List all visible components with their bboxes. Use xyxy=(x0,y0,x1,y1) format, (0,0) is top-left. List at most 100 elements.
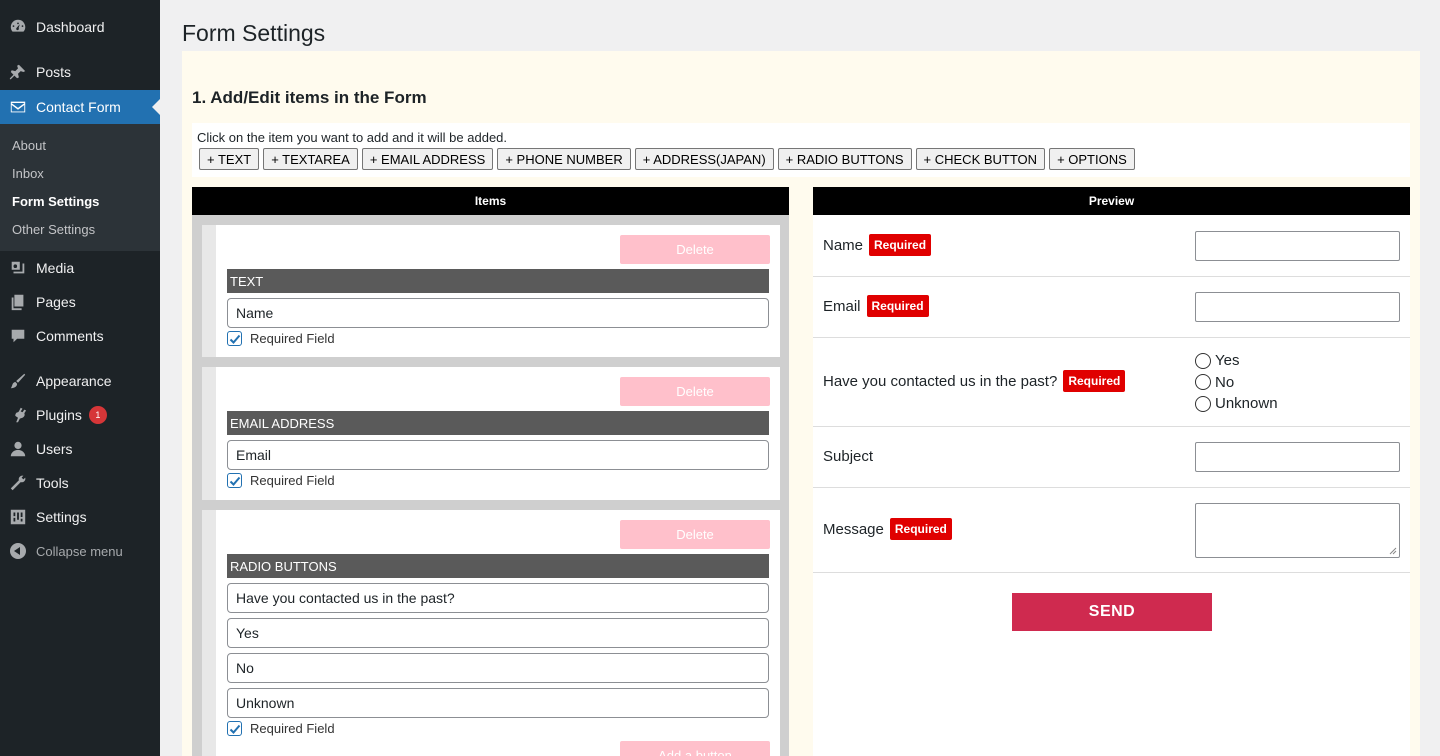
delete-button[interactable]: Delete xyxy=(620,520,770,549)
add-phone-button[interactable]: + PHONE NUMBER xyxy=(497,148,631,170)
item-label-input[interactable]: Name xyxy=(227,298,769,328)
add-options-button[interactable]: + OPTIONS xyxy=(1049,148,1135,170)
menu-appearance-label: Appearance xyxy=(36,373,112,389)
radio-option-yes[interactable]: Yes xyxy=(1195,350,1278,372)
required-badge: Required xyxy=(1063,370,1126,392)
item-label-input[interactable]: Have you contacted us in the past? xyxy=(227,583,769,613)
menu-tools-label: Tools xyxy=(36,475,69,491)
menu-dashboard[interactable]: Dashboard xyxy=(0,10,160,44)
radio-option-label: No xyxy=(1215,373,1235,391)
pages-icon xyxy=(0,293,36,311)
delete-button[interactable]: Delete xyxy=(620,235,770,264)
mail-icon xyxy=(0,98,36,116)
preview-contacted-text: Have you contacted us in the past? xyxy=(823,372,1058,390)
add-text-button[interactable]: + TEXT xyxy=(199,148,260,170)
add-address-button[interactable]: + ADDRESS(JAPAN) xyxy=(634,148,774,170)
menu-appearance[interactable]: Appearance xyxy=(0,364,160,398)
preview-email-input[interactable] xyxy=(1195,292,1400,322)
collapse-icon xyxy=(0,543,36,559)
submenu-form-settings[interactable]: Form Settings xyxy=(12,194,99,209)
resize-grip-icon[interactable] xyxy=(1389,547,1397,555)
item-type-label: EMAIL ADDRESS xyxy=(227,411,769,435)
contact-form-submenu: About Inbox Form Settings Other Settings xyxy=(0,124,160,251)
add-item-buttons: + TEXT + TEXTAREA + EMAIL ADDRESS + PHON… xyxy=(199,148,1135,170)
menu-media-label: Media xyxy=(36,260,75,276)
menu-pages[interactable]: Pages xyxy=(0,285,160,319)
collapse-menu-button[interactable]: Collapse menu xyxy=(0,534,160,568)
checkbox-checked-icon[interactable] xyxy=(227,331,242,346)
menu-posts[interactable]: Posts xyxy=(0,55,160,89)
preview-row-email: Email Required xyxy=(813,277,1410,338)
add-textarea-button[interactable]: + TEXTAREA xyxy=(263,148,358,170)
delete-button[interactable]: Delete xyxy=(620,377,770,406)
menu-plugins[interactable]: Plugins 1 xyxy=(0,398,160,432)
menu-users-label: Users xyxy=(36,441,73,457)
radio-option-label: Unknown xyxy=(1215,395,1278,413)
preview-row-name: Name Required xyxy=(813,215,1410,277)
required-field-label: Required Field xyxy=(250,473,335,488)
media-icon xyxy=(0,259,36,277)
required-badge: Required xyxy=(869,234,932,256)
menu-comments[interactable]: Comments xyxy=(0,319,160,353)
checkbox-checked-icon[interactable] xyxy=(227,721,242,736)
form-item-text: Delete TEXT Name Required Field xyxy=(202,225,780,357)
menu-posts-label: Posts xyxy=(36,64,72,80)
item-type-label: TEXT xyxy=(227,269,769,293)
menu-contact-form-label: Contact Form xyxy=(36,99,121,115)
radio-unchecked-icon[interactable] xyxy=(1195,352,1211,369)
radio-option-no[interactable]: No xyxy=(1195,372,1278,394)
radio-option-input[interactable]: No xyxy=(227,653,769,683)
form-item-radio: Delete RADIO BUTTONS Have you contacted … xyxy=(202,510,780,756)
menu-settings[interactable]: Settings xyxy=(0,500,160,534)
page-title: Form Settings xyxy=(182,20,326,46)
radio-unchecked-icon[interactable] xyxy=(1195,374,1211,391)
submenu-inbox[interactable]: Inbox xyxy=(12,166,44,181)
items-column: Delete TEXT Name Required Field Delete E… xyxy=(192,215,789,756)
add-email-button[interactable]: + EMAIL ADDRESS xyxy=(361,148,494,170)
add-a-button[interactable]: Add a button xyxy=(620,741,770,756)
submenu-about[interactable]: About xyxy=(12,138,46,153)
add-item-hint: Click on the item you want to add and it… xyxy=(197,130,508,145)
preview-message-label: Message Required xyxy=(823,518,952,540)
menu-media[interactable]: Media xyxy=(0,251,160,285)
preview-name-text: Name xyxy=(823,236,864,254)
item-type-label: RADIO BUTTONS xyxy=(227,554,769,578)
checkbox-checked-icon[interactable] xyxy=(227,473,242,488)
menu-tools[interactable]: Tools xyxy=(0,466,160,500)
preview-row-message: Message Required xyxy=(813,488,1410,573)
menu-users[interactable]: Users xyxy=(0,432,160,466)
collapse-menu-label: Collapse menu xyxy=(36,543,123,559)
radio-unchecked-icon[interactable] xyxy=(1195,395,1211,412)
pin-icon xyxy=(0,63,36,81)
items-header: Items xyxy=(192,187,789,215)
item-label-input[interactable]: Email xyxy=(227,440,769,470)
add-radio-button[interactable]: + RADIO BUTTONS xyxy=(777,148,912,170)
submenu-other-settings[interactable]: Other Settings xyxy=(12,222,95,237)
radio-option-label: Yes xyxy=(1215,352,1240,370)
user-icon xyxy=(0,440,36,458)
menu-pages-label: Pages xyxy=(36,294,76,310)
add-check-button[interactable]: + CHECK BUTTON xyxy=(915,148,1046,170)
preview-row-subject: Subject xyxy=(813,427,1410,488)
send-button[interactable]: SEND xyxy=(1012,593,1212,631)
radio-option-input[interactable]: Unknown xyxy=(227,688,769,718)
radio-option-input[interactable]: Yes xyxy=(227,618,769,648)
settings-icon xyxy=(0,508,36,526)
wrench-icon xyxy=(0,474,36,492)
plug-icon xyxy=(0,406,36,424)
section-title: 1. Add/Edit items in the Form xyxy=(192,88,427,107)
required-field-toggle[interactable]: Required Field xyxy=(227,331,335,346)
preview-subject-label: Subject xyxy=(823,448,874,465)
add-item-box: Click on the item you want to add and it… xyxy=(192,123,1410,177)
required-badge: Required xyxy=(866,295,929,317)
preview-message-textarea[interactable] xyxy=(1195,503,1400,558)
preview-subject-input[interactable] xyxy=(1195,442,1400,472)
radio-option-unknown[interactable]: Unknown xyxy=(1195,393,1278,415)
preview-email-label: Email Required xyxy=(823,295,929,317)
required-field-toggle[interactable]: Required Field xyxy=(227,473,335,488)
preview-name-input[interactable] xyxy=(1195,231,1400,261)
preview-message-text: Message xyxy=(823,520,884,538)
admin-sidebar: Dashboard Posts Contact Form About Inbox… xyxy=(0,0,160,756)
menu-contact-form[interactable]: Contact Form xyxy=(0,90,160,124)
required-field-toggle[interactable]: Required Field xyxy=(227,721,335,736)
